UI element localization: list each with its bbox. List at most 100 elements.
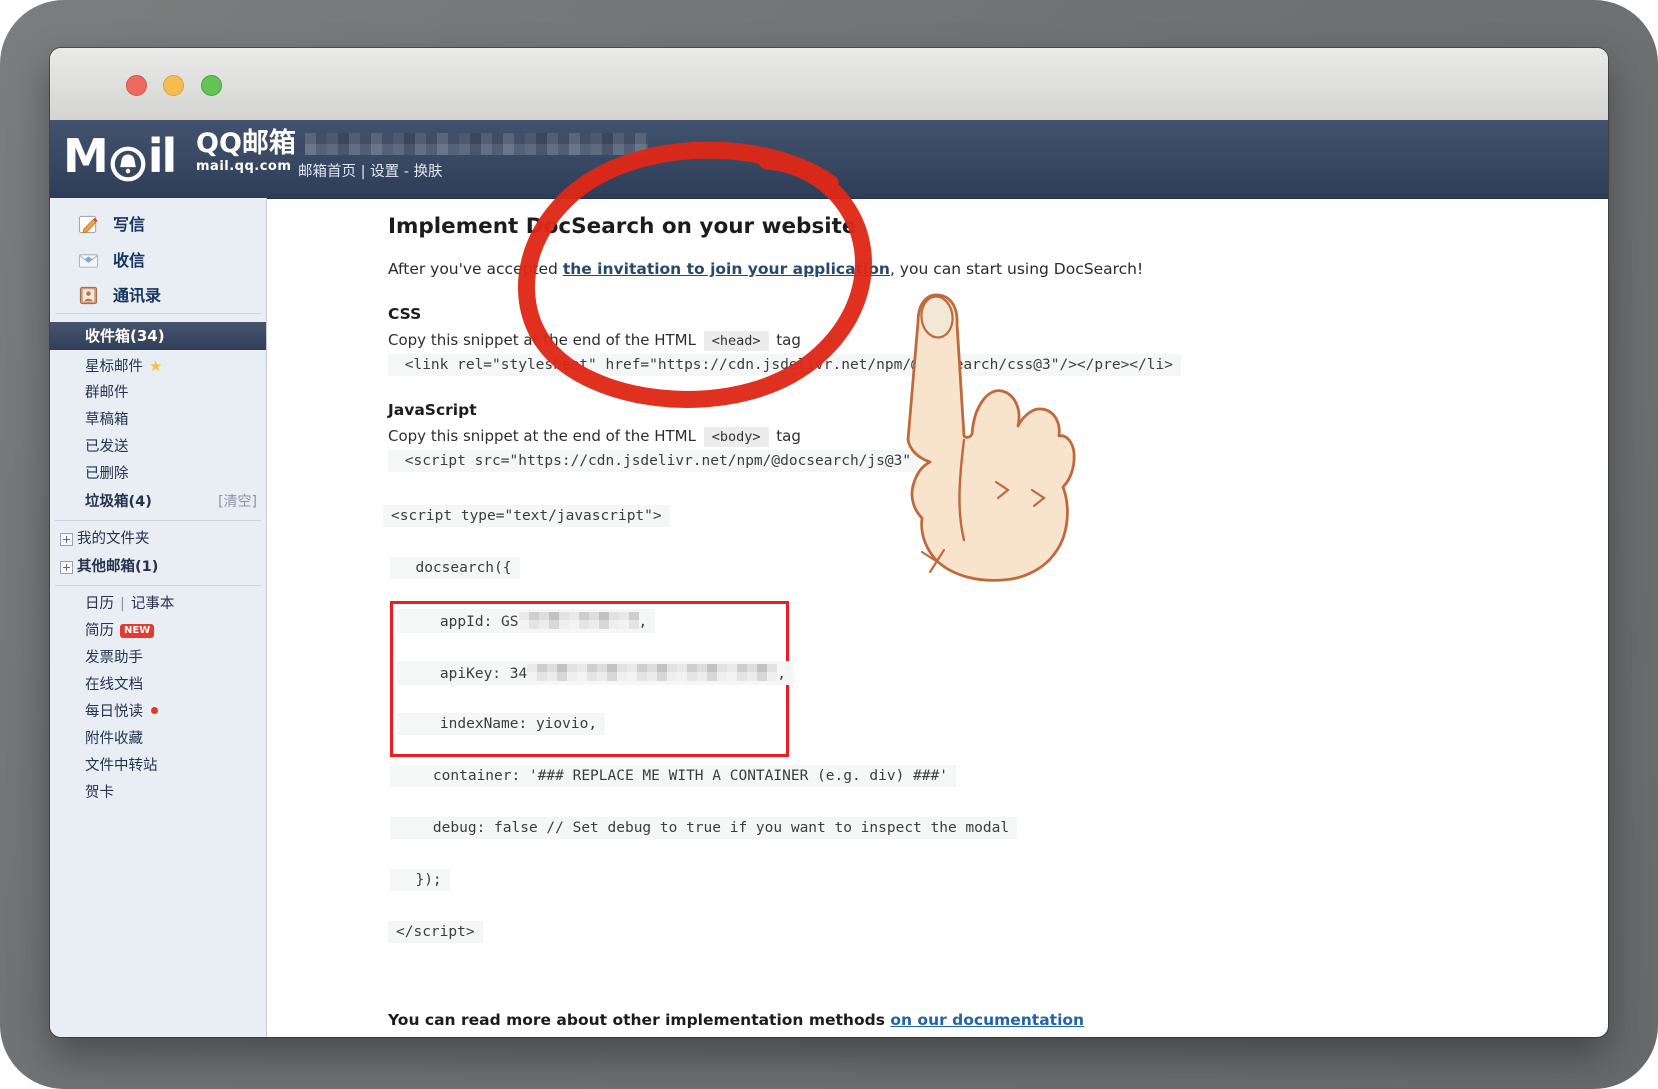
sidebar-item-label: 每日悦读 bbox=[85, 704, 143, 720]
minimize-window-button[interactable] bbox=[163, 75, 184, 96]
sidebar-item-daily-reading[interactable]: 每日悦读 bbox=[50, 699, 266, 725]
redacted-account-info bbox=[305, 133, 648, 155]
bell-icon bbox=[109, 139, 147, 177]
star-icon: ★ bbox=[149, 357, 162, 375]
sidebar-item-contacts[interactable]: 通讯录 bbox=[50, 281, 266, 311]
header-nav: 邮箱首页 | 设置 - 换肤 bbox=[298, 160, 443, 181]
expand-plus-icon[interactable] bbox=[60, 561, 73, 574]
sidebar-item-label: 简历 bbox=[85, 623, 114, 639]
css-instruction: Copy this snippet at the end of the HTML… bbox=[388, 331, 801, 349]
appid-prefix: appId: GS bbox=[405, 614, 519, 630]
sidebar-item-receive[interactable]: 收信 bbox=[50, 246, 266, 276]
sidebar-item-label: 收信 bbox=[113, 246, 145, 276]
js-section-heading: JavaScript bbox=[388, 401, 477, 419]
sidebar-item-sent[interactable]: 已发送 bbox=[50, 434, 266, 460]
indexname-line: indexName: yiovio, bbox=[397, 713, 605, 735]
redacted-apikey-value bbox=[527, 664, 777, 681]
debug-line: debug: false // Set debug to true if you… bbox=[390, 817, 1017, 839]
brand-domain: mail.qq.com bbox=[196, 159, 296, 174]
container-line: container: '### REPLACE ME WITH A CONTAI… bbox=[390, 765, 956, 787]
sidebar-item-resume[interactable]: 简历 NEW bbox=[50, 618, 266, 644]
footer-text-pre: You can read more about other implementa… bbox=[388, 1011, 890, 1029]
js-instruction-post: tag bbox=[772, 427, 801, 445]
documentation-link[interactable]: on our documentation bbox=[890, 1011, 1084, 1029]
sidebar-item-label: 已发送 bbox=[85, 434, 129, 460]
docsearch-open-line: docsearch({ bbox=[390, 557, 520, 579]
sidebar-item-greeting-card[interactable]: 贺卡 bbox=[50, 780, 266, 806]
sidebar-item-label: 在线文档 bbox=[85, 672, 143, 698]
browser-window: M il QQ邮箱 mail.qq.com 邮箱首页 | 设置 - 换肤 bbox=[50, 48, 1608, 1037]
brand-name: QQ邮箱 bbox=[196, 129, 296, 159]
sidebar-item-starred[interactable]: 星标邮件 ★ bbox=[50, 353, 266, 379]
sidebar-item-file-transfer[interactable]: 文件中转站 bbox=[50, 753, 266, 779]
zoom-window-button[interactable] bbox=[201, 75, 222, 96]
apikey-suffix: , bbox=[777, 666, 786, 682]
sidebar-item-group-mail[interactable]: 群邮件 bbox=[50, 380, 266, 406]
js-instruction-pre: Copy this snippet at the end of the HTML bbox=[388, 427, 701, 445]
css-instruction-pre: Copy this snippet at the end of the HTML bbox=[388, 331, 701, 349]
sidebar-item-label: 贺卡 bbox=[85, 780, 114, 806]
sidebar-item-calendar-notebook[interactable]: 日历|记事本 bbox=[50, 591, 266, 617]
appid-line: appId: GS, bbox=[397, 609, 655, 633]
head-tag-chip: <head> bbox=[704, 331, 769, 351]
sidebar-item-invoice-helper[interactable]: 发票助手 bbox=[50, 645, 266, 671]
sidebar-item-my-folders[interactable]: 我的文件夹 bbox=[50, 526, 266, 552]
css-instruction-post: tag bbox=[772, 331, 801, 349]
footer-paragraph: You can read more about other implementa… bbox=[388, 1011, 1084, 1029]
trash-clear-link[interactable]: [清空] bbox=[218, 489, 257, 515]
mail-sidebar: 写信 收信 通讯录 bbox=[50, 198, 267, 1037]
window-titlebar bbox=[50, 48, 1608, 121]
sidebar-divider bbox=[55, 520, 261, 521]
sidebar-item-online-docs[interactable]: 在线文档 bbox=[50, 672, 266, 698]
compose-icon bbox=[78, 214, 99, 235]
sidebar-item-attachment-favorites[interactable]: 附件收藏 bbox=[50, 726, 266, 752]
sidebar-item-label: 文件中转站 bbox=[85, 753, 158, 779]
sidebar-item-other-accounts[interactable]: 其他邮箱(1) bbox=[50, 554, 266, 580]
pointing-hand-illustration bbox=[860, 290, 1078, 584]
nav-settings-link[interactable]: 设置 bbox=[370, 164, 399, 180]
sidebar-item-label: 收件箱(34) bbox=[85, 322, 165, 350]
sidebar-item-label: 草稿箱 bbox=[85, 407, 129, 433]
body-tag-chip: <body> bbox=[704, 427, 769, 447]
nav-skin-link[interactable]: 换肤 bbox=[414, 164, 443, 180]
invitation-link[interactable]: the invitation to join your application bbox=[563, 260, 890, 278]
sidebar-item-deleted[interactable]: 已删除 bbox=[50, 461, 266, 487]
close-window-button[interactable] bbox=[126, 75, 147, 96]
sidebar-item-label: 已删除 bbox=[85, 461, 129, 487]
nav-mail-home-link[interactable]: 邮箱首页 bbox=[298, 164, 356, 180]
sidebar-item-label: 星标邮件 bbox=[85, 359, 143, 375]
js-code-snippet: <script src="https://cdn.jsdelivr.net/np… bbox=[388, 450, 919, 472]
notification-dot bbox=[151, 707, 158, 714]
new-badge: NEW bbox=[120, 624, 154, 638]
logo-letters-il: il bbox=[148, 128, 176, 184]
css-code-snippet: <link rel="stylesheet" href="https://cdn… bbox=[388, 354, 1181, 376]
js-instruction: Copy this snippet at the end of the HTML… bbox=[388, 427, 801, 445]
sidebar-item-label: 群邮件 bbox=[85, 380, 129, 406]
sidebar-item-inbox-selected[interactable]: 收件箱(34) bbox=[50, 322, 266, 350]
sidebar-divider bbox=[55, 313, 261, 314]
sidebar-item-label: 我的文件夹 bbox=[77, 526, 150, 552]
sidebar-item-trash[interactable]: 垃圾箱(4) [清空] bbox=[50, 489, 266, 515]
nav-dash: - bbox=[399, 164, 413, 180]
sidebar-item-compose[interactable]: 写信 bbox=[50, 210, 266, 240]
sidebar-item-drafts[interactable]: 草稿箱 bbox=[50, 407, 266, 433]
sidebar-item-label: 附件收藏 bbox=[85, 726, 143, 752]
sidebar-item-label: 垃圾箱(4) bbox=[85, 489, 152, 515]
email-title: Implement DocSearch on your website bbox=[388, 214, 856, 239]
notebook-link[interactable]: 记事本 bbox=[131, 596, 175, 612]
brand-block: QQ邮箱 mail.qq.com bbox=[196, 129, 296, 174]
script-close-line: </script> bbox=[388, 921, 483, 943]
close-brace-line: }); bbox=[390, 869, 450, 891]
qqmail-logo[interactable]: M il bbox=[63, 128, 175, 184]
sidebar-item-label: 通讯录 bbox=[113, 281, 161, 311]
script-open-line: <script type="text/javascript"> bbox=[383, 505, 670, 527]
appid-suffix: , bbox=[639, 614, 648, 630]
sidebar-item-label: 写信 bbox=[113, 210, 145, 240]
redacted-appid-value bbox=[519, 612, 639, 629]
qqmail-header: M il QQ邮箱 mail.qq.com 邮箱首页 | 设置 - 换肤 bbox=[50, 120, 1608, 199]
expand-plus-icon[interactable] bbox=[60, 533, 73, 546]
calendar-link[interactable]: 日历 bbox=[85, 596, 114, 612]
intro-paragraph: After you've accepted the invitation to … bbox=[388, 260, 1143, 278]
css-section-heading: CSS bbox=[388, 305, 421, 323]
sidebar-item-label: 其他邮箱(1) bbox=[77, 554, 158, 580]
